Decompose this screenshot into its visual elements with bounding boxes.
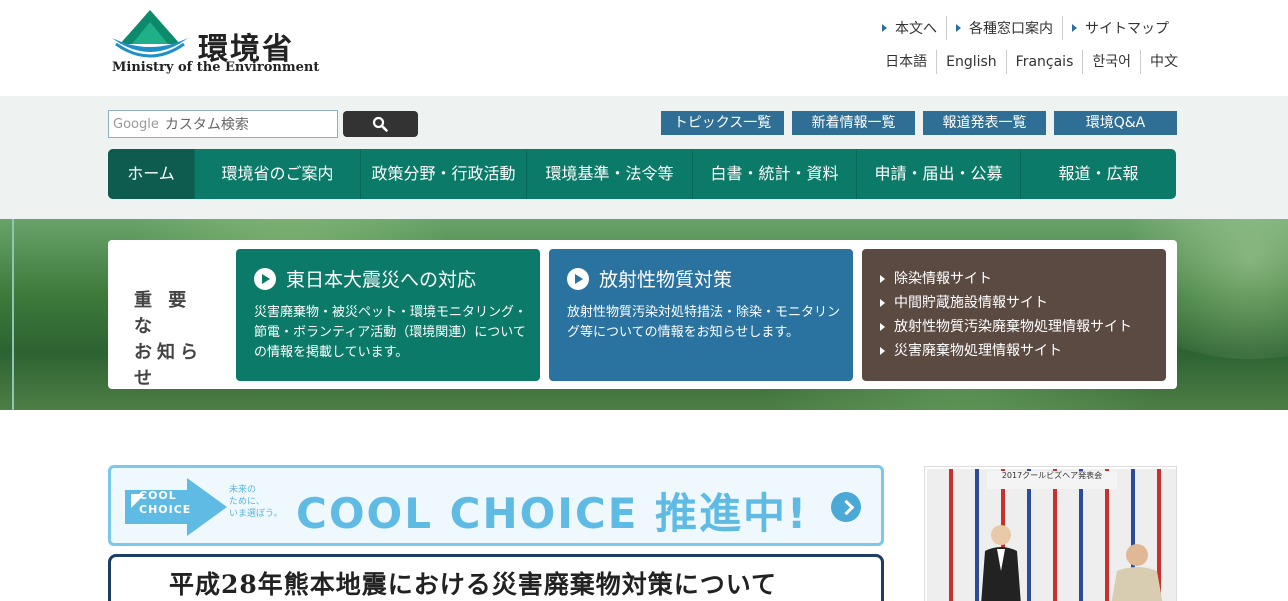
tagline-line: ために、 (229, 497, 265, 507)
cool-choice-banner[interactable]: COOL CHOICE 未来の ために、 いま選ぼう。 COOL CHOICE … (108, 465, 884, 546)
nav-standards[interactable]: 環境基準・法令等 (526, 149, 692, 199)
new-info-button[interactable]: 新着情報一覧 (792, 111, 915, 135)
hero-divider (12, 219, 14, 410)
search-input[interactable]: Google カスタム検索 (108, 110, 338, 138)
language-links: 日本語 English Français 한국어 中文 (876, 50, 1178, 74)
search-icon (372, 116, 388, 132)
nav-policy[interactable]: 政策分野・行政活動 (360, 149, 526, 199)
environment-qa-button[interactable]: 環境Q&A (1054, 111, 1177, 135)
hero-area: 重 要 な お知らせ 東日本大震災への対応 災害廃棄物・被災ペット・環境モニタリ… (0, 219, 1288, 410)
tagline-line: 未来の (229, 485, 257, 495)
logo-mark-icon (112, 10, 188, 58)
util-link-main-content[interactable]: 本文へ (873, 16, 946, 40)
search-button[interactable] (343, 111, 418, 137)
radioactive-measures-card[interactable]: 放射性物質対策 放射性物質汚染対処特措法・除染・モニタリング等についての情報をお… (549, 249, 853, 381)
card-title: 東日本大震災への対応 (254, 265, 476, 292)
lang-chinese[interactable]: 中文 (1140, 50, 1178, 74)
triangle-right-icon (880, 275, 885, 283)
lang-french[interactable]: Français (1005, 50, 1083, 74)
lang-japanese[interactable]: 日本語 (876, 50, 936, 74)
global-navigation: ホーム 環境省のご案内 政策分野・行政活動 環境基準・法令等 白書・統計・資料 … (108, 149, 1176, 199)
ministry-logo[interactable]: 環境省 Ministry of the Environment (110, 8, 319, 80)
press-release-button[interactable]: 報道発表一覧 (923, 111, 1046, 135)
google-brand-text: Google (113, 116, 159, 132)
play-circle-icon (567, 267, 589, 290)
logo-english-text: Ministry of the Environment (112, 60, 320, 75)
site-header: 環境省 Ministry of the Environment 本文へ 各種窓口… (0, 0, 1288, 96)
notice-label-line: お知らせ (134, 342, 203, 389)
search-placeholder: カスタム検索 (164, 117, 249, 133)
related-site-link[interactable]: 中間貯蔵施設情報サイト (880, 291, 1132, 315)
important-notice-label: 重 要 な お知らせ (134, 288, 224, 392)
triangle-right-icon (882, 24, 887, 32)
nav-whitepapers[interactable]: 白書・統計・資料 (692, 149, 856, 199)
cool-arrow-line: CHOICE (139, 503, 192, 516)
card-title-text: 放射性物質対策 (599, 269, 733, 291)
util-link-label: 本文へ (895, 21, 937, 37)
kumamoto-banner-text: 平成28年熊本地震における災害廃棄物対策について (169, 570, 778, 599)
photo-backdrop: 2017クールビズヘア発表会 (927, 469, 1176, 601)
search-nav-band: Google カスタム検索 トピックス一覧 新着情報一覧 報道発表一覧 環境Q&… (0, 96, 1288, 219)
topics-list-button[interactable]: トピックス一覧 (661, 111, 784, 135)
person-figure (981, 525, 1021, 601)
nav-home[interactable]: ホーム (108, 149, 194, 199)
triangle-right-icon (880, 299, 885, 307)
related-site-link[interactable]: 放射性物質汚染廃棄物処理情報サイト (880, 315, 1132, 339)
card-title-text: 東日本大震災への対応 (286, 269, 477, 291)
related-site-link[interactable]: 除染情報サイト (880, 267, 1132, 291)
play-circle-icon (254, 267, 276, 290)
notice-label-line: 重 要 な (134, 290, 192, 337)
lang-english[interactable]: English (936, 50, 1006, 74)
util-link-label: サイトマップ (1085, 21, 1169, 37)
person-figure (1111, 544, 1163, 601)
related-site-label: 除染情報サイト (894, 271, 992, 287)
related-sites-card: 除染情報サイト 中間貯蔵施設情報サイト 放射性物質汚染廃棄物処理情報サイト 災害… (862, 249, 1166, 381)
util-link-sitemap[interactable]: サイトマップ (1062, 16, 1178, 40)
photo-banner-text: 2017クールビズヘア発表会 (987, 471, 1117, 489)
quick-link-buttons: トピックス一覧 新着情報一覧 報道発表一覧 環境Q&A (661, 111, 1177, 135)
kumamoto-earthquake-banner[interactable]: 平成28年熊本地震における災害廃棄物対策について (108, 554, 884, 601)
utility-links: 本文へ 各種窓口案内 サイトマップ (873, 16, 1178, 40)
card-description: 放射性物質汚染対処特措法・除染・モニタリング等についての情報をお知らせします。 (567, 305, 841, 340)
util-link-contact-guide[interactable]: 各種窓口案内 (946, 16, 1062, 40)
cool-choice-arrow-text: COOL CHOICE (139, 489, 191, 517)
cool-choice-headline: COOL CHOICE 推進中! (296, 489, 809, 538)
lang-korean[interactable]: 한국어 (1082, 50, 1140, 74)
nav-about[interactable]: 環境省のご案内 (194, 149, 360, 199)
triangle-right-icon (880, 323, 885, 331)
related-site-label: 中間貯蔵施設情報サイト (894, 295, 1048, 311)
important-notice-panel: 重 要 な お知らせ 東日本大震災への対応 災害廃棄物・被災ペット・環境モニタリ… (108, 240, 1177, 389)
util-link-label: 各種窓口案内 (969, 21, 1053, 37)
earthquake-response-card[interactable]: 東日本大震災への対応 災害廃棄物・被災ペット・環境モニタリング・節電・ボランティ… (236, 249, 540, 381)
nav-applications[interactable]: 申請・届出・公募 (856, 149, 1020, 199)
tagline-line: いま選ぼう。 (229, 509, 283, 519)
news-photo[interactable]: 2017クールビズヘア発表会 (924, 466, 1177, 601)
nav-press[interactable]: 報道・広報 (1020, 149, 1176, 199)
cool-arrow-line: COOL (139, 489, 177, 502)
triangle-right-icon (880, 347, 885, 355)
related-site-link[interactable]: 災害廃棄物処理情報サイト (880, 339, 1132, 363)
triangle-right-icon (956, 24, 961, 32)
card-title: 放射性物質対策 (567, 265, 732, 292)
card-description: 災害廃棄物・被災ペット・環境モニタリング・節電・ボランティア活動（環境関連）につ… (254, 305, 528, 360)
triangle-right-icon (1072, 24, 1077, 32)
related-sites-list: 除染情報サイト 中間貯蔵施設情報サイト 放射性物質汚染廃棄物処理情報サイト 災害… (880, 267, 1132, 363)
cool-choice-tagline: 未来の ために、 いま選ぼう。 (229, 484, 299, 520)
related-site-label: 放射性物質汚染廃棄物処理情報サイト (894, 319, 1132, 335)
chevron-right-icon (831, 492, 861, 522)
related-site-label: 災害廃棄物処理情報サイト (894, 343, 1062, 359)
